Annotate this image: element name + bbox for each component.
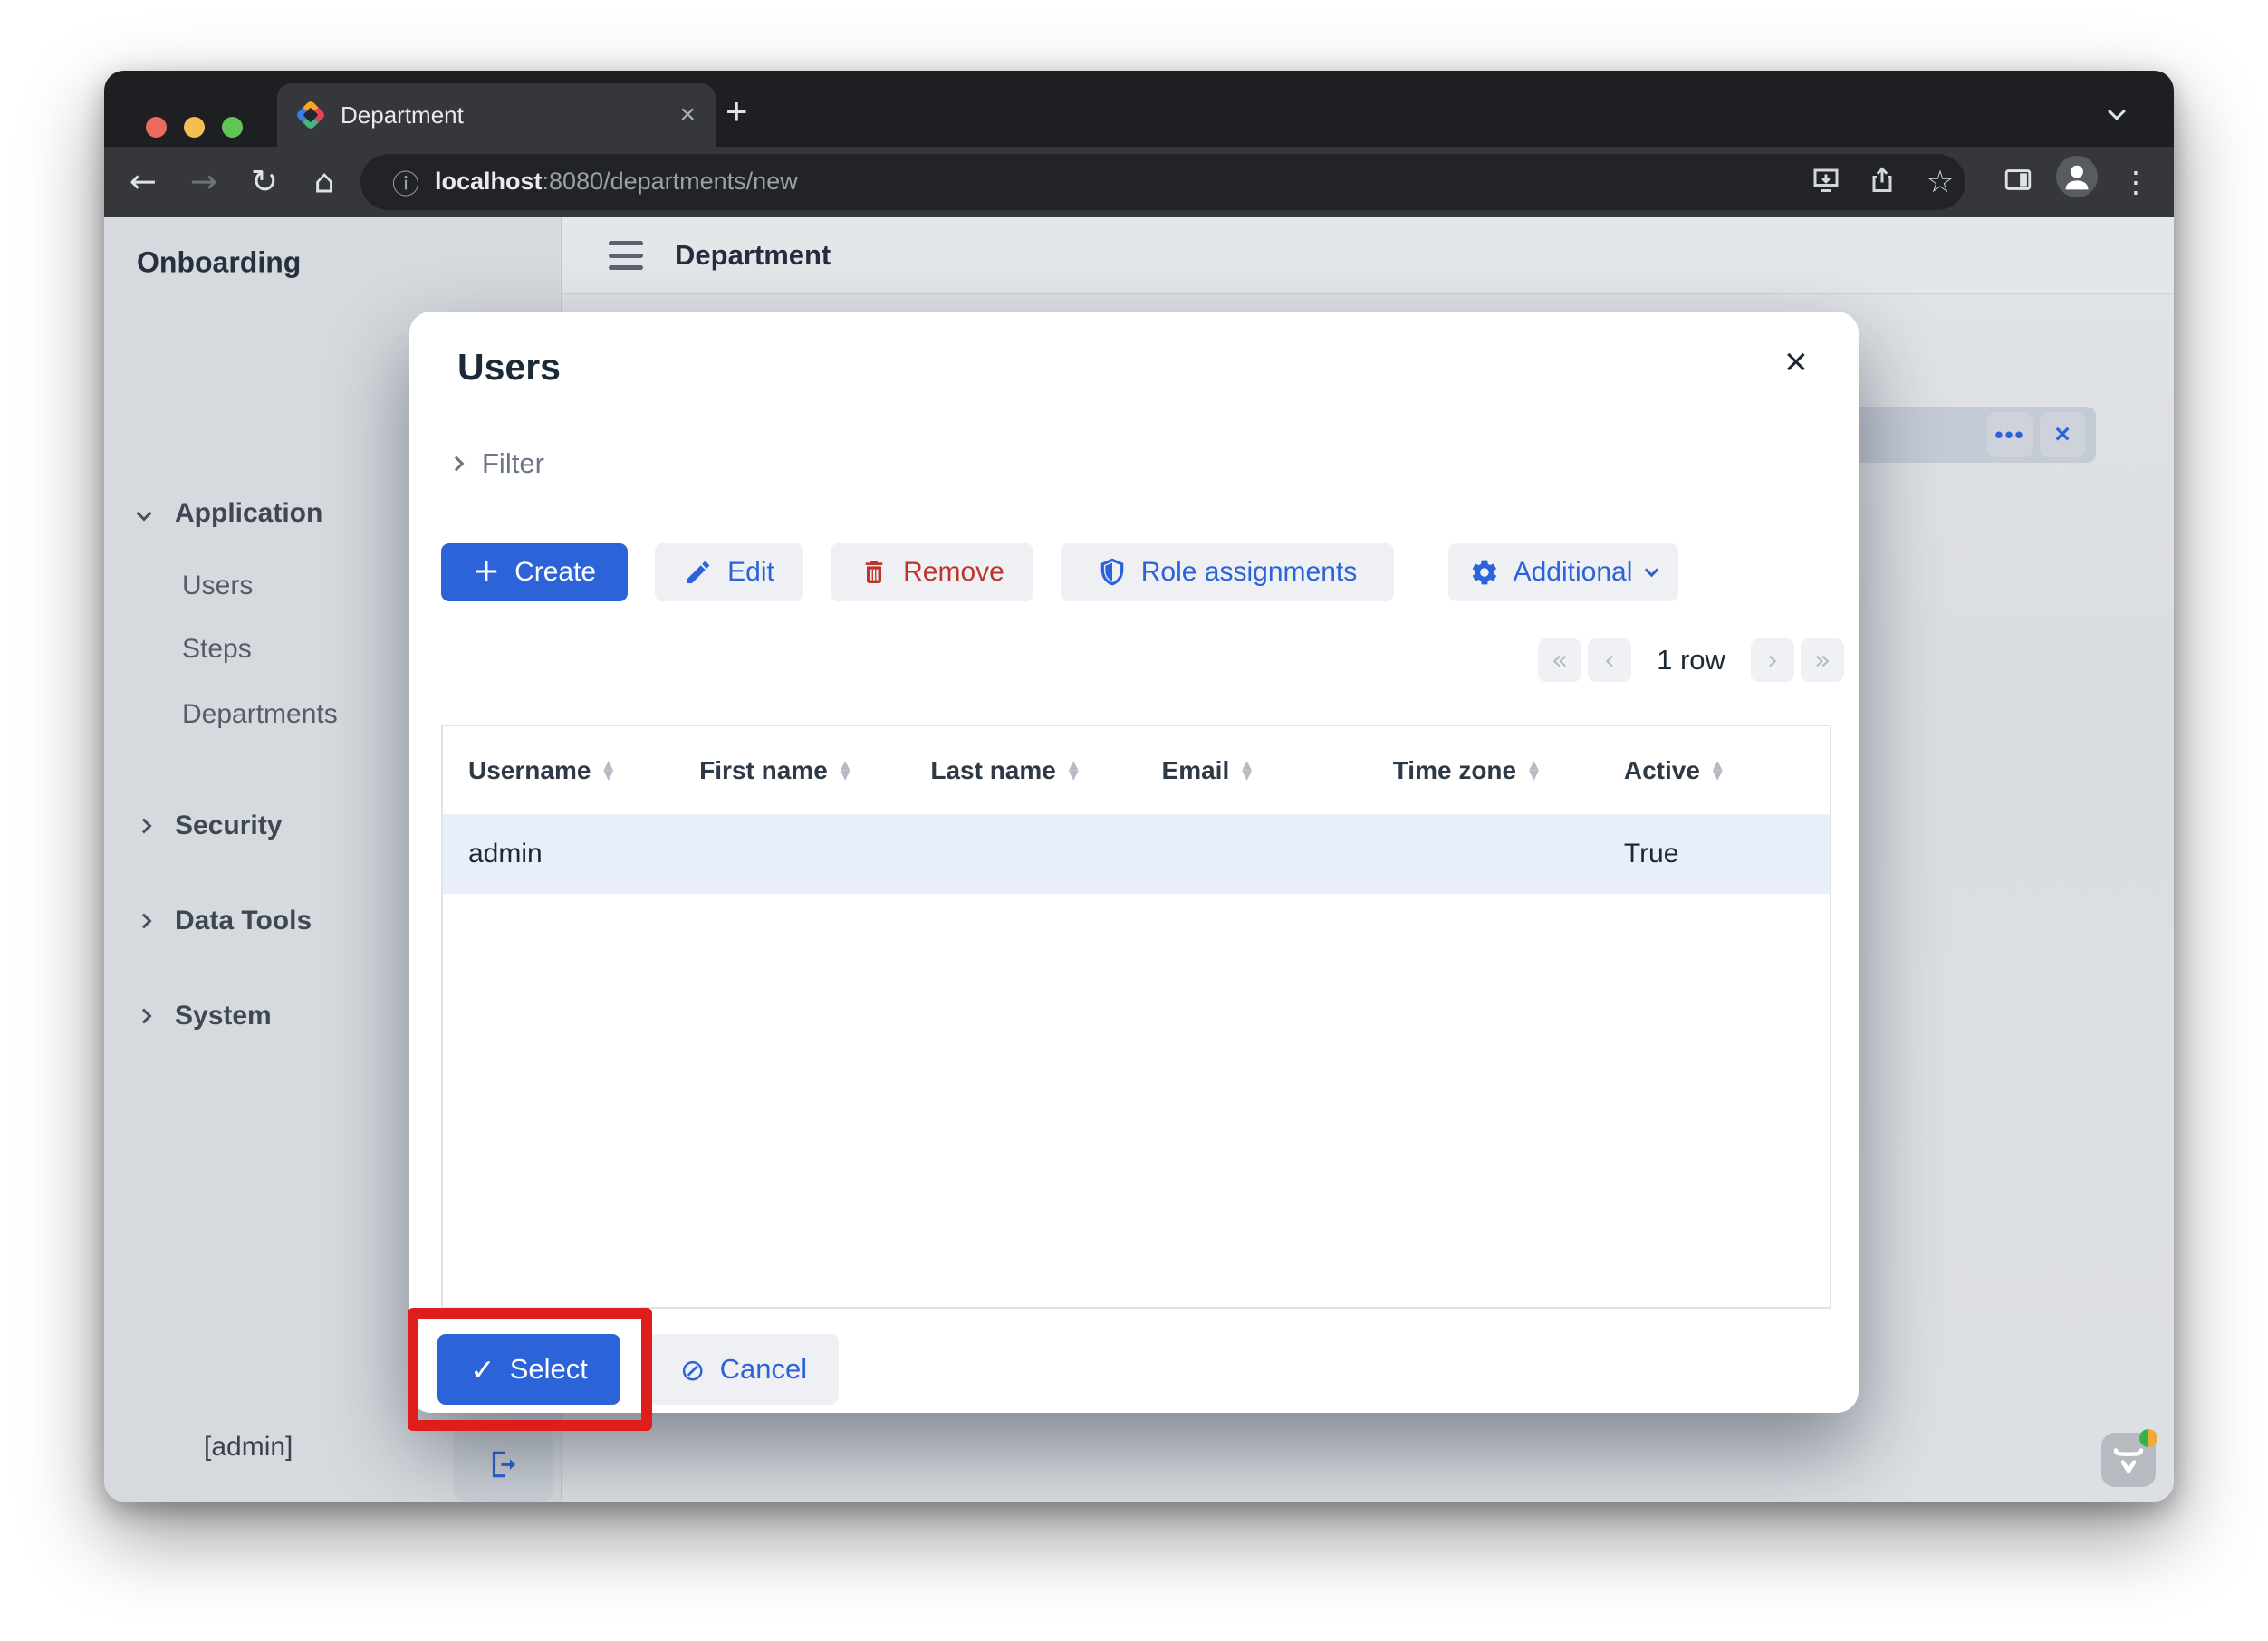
users-lookup-dialog: Users × Filter + Create Edit Remove	[409, 312, 1859, 1413]
gear-icon	[1470, 558, 1499, 587]
logout-icon	[485, 1447, 520, 1482]
picker-lookup-button[interactable]: •••	[1987, 412, 2033, 457]
forward-icon: →	[190, 164, 217, 201]
cancel-button[interactable]: ⊘ Cancel	[649, 1334, 839, 1405]
tab-close-icon[interactable]: ×	[679, 101, 696, 129]
sort-icon[interactable]: ▲▼	[1069, 761, 1079, 781]
edit-button[interactable]: Edit	[655, 543, 803, 601]
install-icon[interactable]	[1810, 164, 1842, 201]
hr-manager-picker-field: ••• ×	[1859, 407, 2096, 463]
ban-icon: ⊘	[680, 1352, 706, 1387]
view-title: Department	[675, 239, 831, 272]
cell-email	[1137, 814, 1368, 894]
create-button[interactable]: + Create	[441, 543, 628, 601]
macos-zoom-button[interactable]	[222, 117, 243, 138]
side-panel-icon[interactable]	[2003, 165, 2033, 200]
sort-icon[interactable]: ▲▼	[603, 761, 613, 781]
new-tab-button[interactable]: +	[726, 92, 748, 130]
back-icon[interactable]: ←	[130, 164, 157, 201]
last-page-button[interactable]: »	[1801, 638, 1844, 682]
trash-icon	[860, 558, 889, 587]
click-highlight-annotation	[408, 1308, 652, 1431]
column-header-active[interactable]: Active ▲▼	[1599, 726, 1830, 814]
vaadin-icon	[2109, 1441, 2148, 1479]
row-count-label: 1 row	[1646, 644, 1736, 677]
macos-minimize-button[interactable]	[184, 117, 205, 138]
browser-tab[interactable]: Department ×	[277, 83, 716, 147]
sort-icon[interactable]: ▲▼	[1713, 761, 1723, 781]
cell-time-zone	[1368, 814, 1599, 894]
shield-icon	[1098, 558, 1127, 587]
dialog-toolbar: + Create Edit Remove Role assignments	[441, 543, 1678, 601]
table-header-row: Username ▲▼ First name ▲▼ Last name ▲▼ E…	[443, 726, 1830, 814]
profile-avatar[interactable]	[2056, 156, 2098, 197]
browser-menu-icon[interactable]: ⋮	[2121, 165, 2150, 199]
column-header-first-name[interactable]: First name ▲▼	[674, 726, 905, 814]
pagination: « ‹ 1 row › »	[1538, 638, 1844, 682]
remove-button[interactable]: Remove	[831, 543, 1033, 601]
column-header-last-name[interactable]: Last name ▲▼	[905, 726, 1136, 814]
additional-button[interactable]: Additional	[1448, 543, 1678, 601]
view-header: Department	[562, 217, 2174, 294]
vaadin-debug-button[interactable]	[2101, 1433, 2156, 1487]
role-assignments-button[interactable]: Role assignments	[1061, 543, 1394, 601]
sidebar-item-steps[interactable]: Steps	[182, 634, 252, 665]
url-text: localhost:8080/departments/new	[435, 168, 798, 196]
browser-window: Department × + ← → ↻ ⌂ ⓘ localhost:8080/…	[104, 71, 2174, 1502]
chevron-right-icon	[137, 1009, 152, 1024]
cell-last-name	[905, 814, 1136, 894]
dialog-close-icon[interactable]: ×	[1784, 342, 1808, 382]
next-page-button[interactable]: ›	[1751, 638, 1794, 682]
browser-tab-strip: Department × +	[104, 71, 2174, 147]
chevron-down-icon	[137, 506, 152, 522]
home-icon[interactable]: ⌂	[314, 164, 335, 201]
cell-username: admin	[443, 814, 674, 894]
plus-icon: +	[473, 552, 500, 590]
chevron-right-icon	[137, 819, 152, 834]
browser-toolbar: ← → ↻ ⌂ ⓘ localhost:8080/departments/new…	[104, 147, 2174, 217]
vaadin-status-badge	[2139, 1429, 2157, 1447]
sort-icon[interactable]: ▲▼	[1242, 761, 1252, 781]
users-table: Username ▲▼ First name ▲▼ Last name ▲▼ E…	[441, 725, 1831, 1309]
sidebar-item-users[interactable]: Users	[182, 571, 253, 601]
macos-close-button[interactable]	[146, 117, 167, 138]
address-bar[interactable]: ⓘ localhost:8080/departments/new ☆	[360, 154, 1965, 210]
tab-search-chevron-icon[interactable]	[2110, 105, 2129, 123]
sort-icon[interactable]: ▲▼	[1529, 761, 1539, 781]
sort-icon[interactable]: ▲▼	[841, 761, 850, 781]
chevron-right-icon	[449, 456, 465, 472]
dialog-title: Users	[457, 346, 561, 389]
screenshot-stage: Department × + ← → ↻ ⌂ ⓘ localhost:8080/…	[0, 0, 2268, 1641]
filter-expander[interactable]: Filter	[451, 447, 544, 480]
tab-title: Department	[341, 101, 663, 130]
menu-toggle-icon[interactable]	[609, 241, 643, 270]
cell-first-name	[674, 814, 905, 894]
site-info-icon[interactable]: ⓘ	[392, 162, 419, 202]
sidebar-item-departments[interactable]: Departments	[182, 699, 338, 730]
chevron-right-icon	[137, 914, 152, 929]
bookmark-star-icon[interactable]: ☆	[1927, 164, 1954, 200]
chevron-down-icon	[1645, 562, 1659, 577]
table-row[interactable]: admin True	[443, 814, 1830, 894]
pencil-icon	[684, 558, 713, 587]
jmix-favicon-icon	[297, 101, 324, 129]
app-title: Onboarding	[137, 246, 301, 280]
column-header-email[interactable]: Email ▲▼	[1137, 726, 1368, 814]
logout-button[interactable]	[453, 1427, 553, 1502]
column-header-username[interactable]: Username ▲▼	[443, 726, 674, 814]
share-icon[interactable]	[1866, 164, 1898, 201]
reload-icon[interactable]: ↻	[251, 164, 278, 201]
column-header-time-zone[interactable]: Time zone ▲▼	[1368, 726, 1599, 814]
prev-page-button[interactable]: ‹	[1588, 638, 1631, 682]
cell-active: True	[1599, 814, 1830, 894]
first-page-button[interactable]: «	[1538, 638, 1581, 682]
logged-in-user-label: [admin]	[204, 1432, 293, 1463]
picker-clear-button[interactable]: ×	[2040, 412, 2085, 457]
